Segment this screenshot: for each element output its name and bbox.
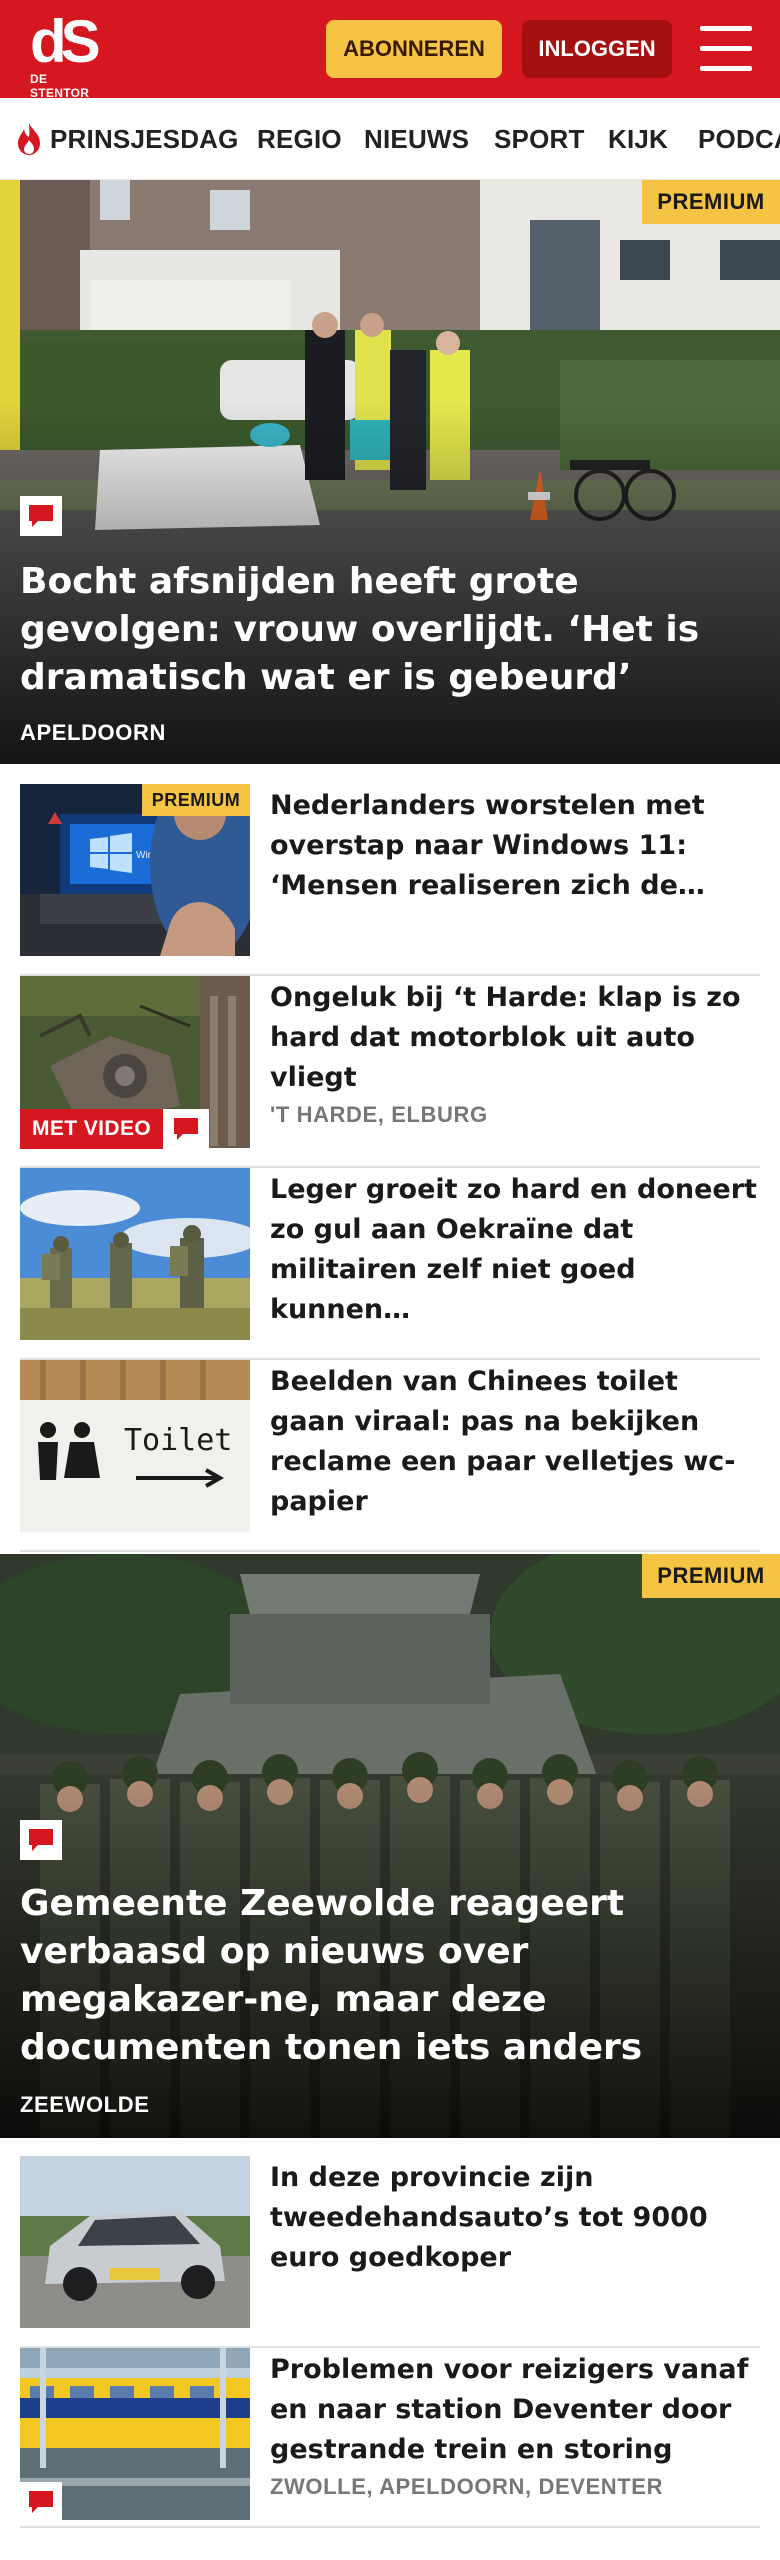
list-item[interactable]: Problemen voor reizigers vanaf en naar s… <box>20 2348 760 2528</box>
premium-badge: PREMIUM <box>142 784 250 816</box>
article-location: 'T HARDE, ELBURG <box>270 1102 488 1127</box>
video-label: MET VIDEO <box>20 1109 164 1149</box>
login-button[interactable]: INLOGGEN <box>522 20 672 78</box>
hero-headline[interactable]: Bocht afsnijden heeft grote gevolgen: vr… <box>20 558 760 702</box>
article-headline[interactable]: Nederlanders worstelen met overstap naar… <box>270 786 760 906</box>
hero-headline[interactable]: Gemeente Zeewolde reageert verbaasd op n… <box>20 1880 760 2072</box>
section-nav: PRINSJESDAG REGIO NIEUWS SPORT KIJK PODC… <box>0 98 780 180</box>
nav-item-kijk[interactable]: KIJK <box>608 124 668 155</box>
nav-item-prinsjesdag[interactable]: PRINSJESDAG <box>50 124 239 155</box>
thumbnail-toilet: Toilet <box>20 1360 250 1532</box>
premium-badge: PREMIUM <box>642 180 780 224</box>
nav-item-podcast[interactable]: PODCA <box>698 124 780 155</box>
hero-article-1[interactable]: PREMIUM Bocht afsnijden heeft grote gevo… <box>0 180 780 764</box>
logo-name: DE STENTOR <box>30 72 90 100</box>
hero-location: ZEEWOLDE <box>20 2092 150 2117</box>
site-header: dS DE STENTOR ABONNEREN INLOGGEN <box>0 0 780 101</box>
flame-icon <box>18 123 40 155</box>
thumbnail-toilet-text: Toilet <box>124 1423 232 1458</box>
article-headline[interactable]: Ongeluk bij ‘t Harde: klap is zo hard da… <box>270 978 760 1098</box>
article-headline[interactable]: Beelden van Chinees toilet gaan viraal: … <box>270 1362 760 1522</box>
thumbnail-soldiers <box>20 1168 250 1340</box>
article-headline[interactable]: Problemen voor reizigers vanaf en naar s… <box>270 2350 760 2470</box>
comment-icon <box>163 1109 210 1149</box>
article-headline[interactable]: Leger groeit zo hard en doneert zo gul a… <box>270 1170 760 1330</box>
premium-badge: PREMIUM <box>642 1554 780 1598</box>
comment-icon <box>20 496 62 536</box>
list-item[interactable]: In deze provincie zijn tweedehandsauto’s… <box>20 2156 760 2348</box>
nav-item-regio[interactable]: REGIO <box>257 124 342 155</box>
article-headline[interactable]: In deze provincie zijn tweedehandsauto’s… <box>270 2158 760 2278</box>
list-item[interactable]: Toilet Beelden van Chinees toilet gaan v… <box>20 1360 760 1552</box>
hero-location: APELDOORN <box>20 720 166 745</box>
comment-icon <box>20 2482 62 2522</box>
subscribe-button[interactable]: ABONNEREN <box>326 20 502 78</box>
list-item[interactable]: MET VIDEO Ongeluk bij ‘t Harde: klap is … <box>20 976 760 1168</box>
list-item[interactable]: Windows 10 PREMIUM Nederlanders worstele… <box>20 784 760 976</box>
comment-icon <box>20 1820 62 1860</box>
hero-article-2[interactable]: PREMIUM Gemeente Zeewolde reageert verba… <box>0 1554 780 2138</box>
video-badge: MET VIDEO <box>20 1109 210 1149</box>
logo-mark: dS <box>30 8 101 75</box>
nav-item-nieuws[interactable]: NIEUWS <box>364 124 469 155</box>
article-location: ZWOLLE, APELDOORN, DEVENTER <box>270 2474 664 2499</box>
nav-item-sport[interactable]: SPORT <box>494 124 585 155</box>
thumbnail-car <box>20 2156 250 2328</box>
site-logo[interactable]: dS DE STENTOR <box>30 8 110 101</box>
list-item[interactable]: Leger groeit zo hard en doneert zo gul a… <box>20 1168 760 1360</box>
menu-icon[interactable] <box>700 26 752 72</box>
